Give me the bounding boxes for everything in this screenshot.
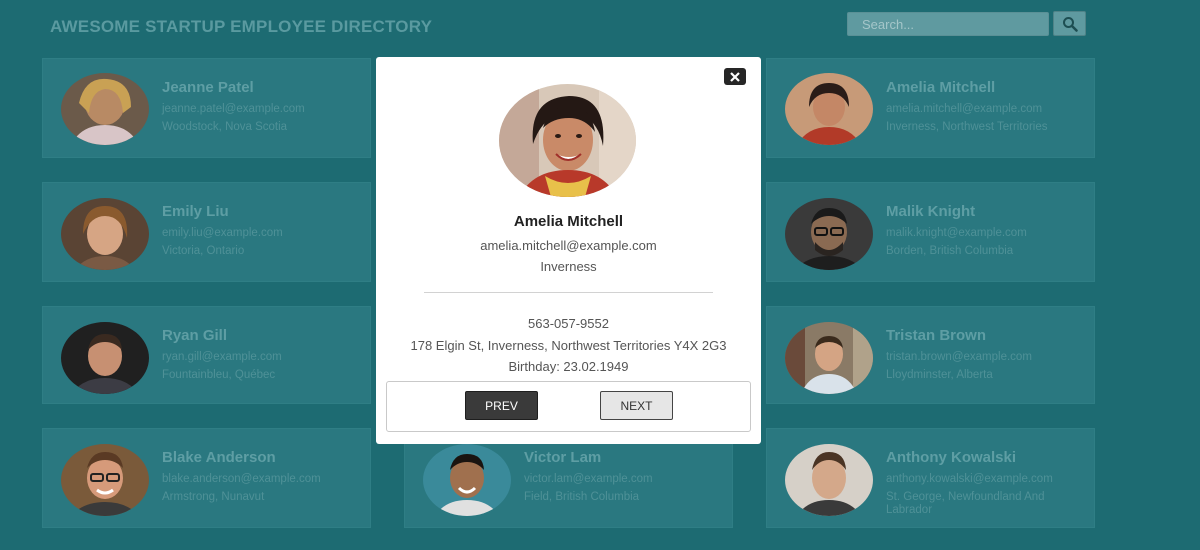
avatar (785, 73, 873, 145)
avatar (61, 198, 149, 270)
employee-name: Anthony Kowalski (886, 449, 1017, 466)
employee-card[interactable]: Tristan Brown tristan.brown@example.com … (766, 306, 1095, 404)
modal-divider (424, 292, 713, 293)
employee-location: Borden, British Columbia (886, 245, 1014, 257)
employee-card[interactable]: Anthony Kowalski anthony.kowalski@exampl… (766, 428, 1095, 528)
employee-email: malik.knight@example.com (886, 227, 1027, 239)
magnifier-icon (1062, 16, 1078, 32)
employee-modal: Amelia Mitchell amelia.mitchell@example.… (376, 57, 761, 444)
employee-card[interactable]: Malik Knight malik.knight@example.com Bo… (766, 182, 1095, 282)
modal-employee-address: 178 Elgin St, Inverness, Northwest Terri… (410, 338, 727, 353)
avatar (785, 444, 873, 516)
employee-location: Inverness, Northwest Territories (886, 121, 1048, 133)
employee-name: Jeanne Patel (162, 79, 254, 96)
employee-name: Tristan Brown (886, 327, 987, 344)
close-icon (730, 71, 740, 82)
avatar (785, 198, 873, 270)
modal-employee-phone: 563-057-9552 (528, 316, 609, 331)
employee-card[interactable]: Jeanne Patel jeanne.patel@example.com Wo… (42, 58, 371, 158)
modal-avatar (499, 84, 636, 197)
employee-email: ryan.gill@example.com (162, 351, 282, 363)
employee-location: Lloydminster, Alberta (886, 369, 993, 381)
modal-employee-name: Amelia Mitchell (513, 213, 624, 230)
prev-button[interactable]: PREV (465, 391, 538, 420)
employee-location: Victoria, Ontario (162, 245, 245, 257)
search-button[interactable] (1053, 11, 1086, 36)
modal-navigation: PREV NEXT (386, 381, 751, 432)
employee-name: Emily Liu (162, 203, 229, 220)
employee-location: Armstrong, Nunavut (162, 491, 265, 503)
employee-email: blake.anderson@example.com (162, 473, 321, 485)
employee-name: Blake Anderson (162, 449, 276, 466)
employee-name: Ryan Gill (162, 327, 228, 344)
employee-email: tristan.brown@example.com (886, 351, 1032, 363)
avatar (61, 73, 149, 145)
employee-card[interactable]: Amelia Mitchell amelia.mitchell@example.… (766, 58, 1095, 158)
employee-email: amelia.mitchell@example.com (886, 103, 1043, 115)
employee-email: emily.liu@example.com (162, 227, 283, 239)
modal-employee-birthday: Birthday: 23.02.1949 (508, 359, 629, 374)
employee-location: Woodstock, Nova Scotia (162, 121, 288, 133)
employee-card[interactable]: Blake Anderson blake.anderson@example.co… (42, 428, 371, 528)
employee-email: jeanne.patel@example.com (162, 103, 305, 115)
employee-location: St. George, Newfoundland And Labrador (886, 491, 1045, 516)
employee-email: victor.lam@example.com (524, 473, 653, 485)
avatar (61, 444, 149, 516)
employee-name: Victor Lam (524, 449, 602, 466)
modal-employee-city: Inverness (540, 259, 597, 274)
close-button[interactable] (724, 68, 746, 85)
next-button[interactable]: NEXT (600, 391, 673, 420)
avatar (423, 444, 511, 516)
employee-card[interactable]: Ryan Gill ryan.gill@example.com Fountain… (42, 306, 371, 404)
search-input[interactable] (847, 12, 1049, 36)
app-title: AWESOME STARTUP EMPLOYEE DIRECTORY (50, 17, 433, 36)
employee-email: anthony.kowalski@example.com (886, 473, 1053, 485)
employee-name: Amelia Mitchell (886, 79, 996, 96)
employee-name: Malik Knight (886, 203, 976, 220)
employee-location: Field, British Columbia (524, 491, 640, 503)
avatar (61, 322, 149, 394)
modal-employee-email: amelia.mitchell@example.com (480, 238, 657, 253)
employee-location: Fountainbleu, Québec (162, 369, 276, 381)
employee-card[interactable]: Emily Liu emily.liu@example.com Victoria… (42, 182, 371, 282)
avatar (785, 322, 873, 394)
